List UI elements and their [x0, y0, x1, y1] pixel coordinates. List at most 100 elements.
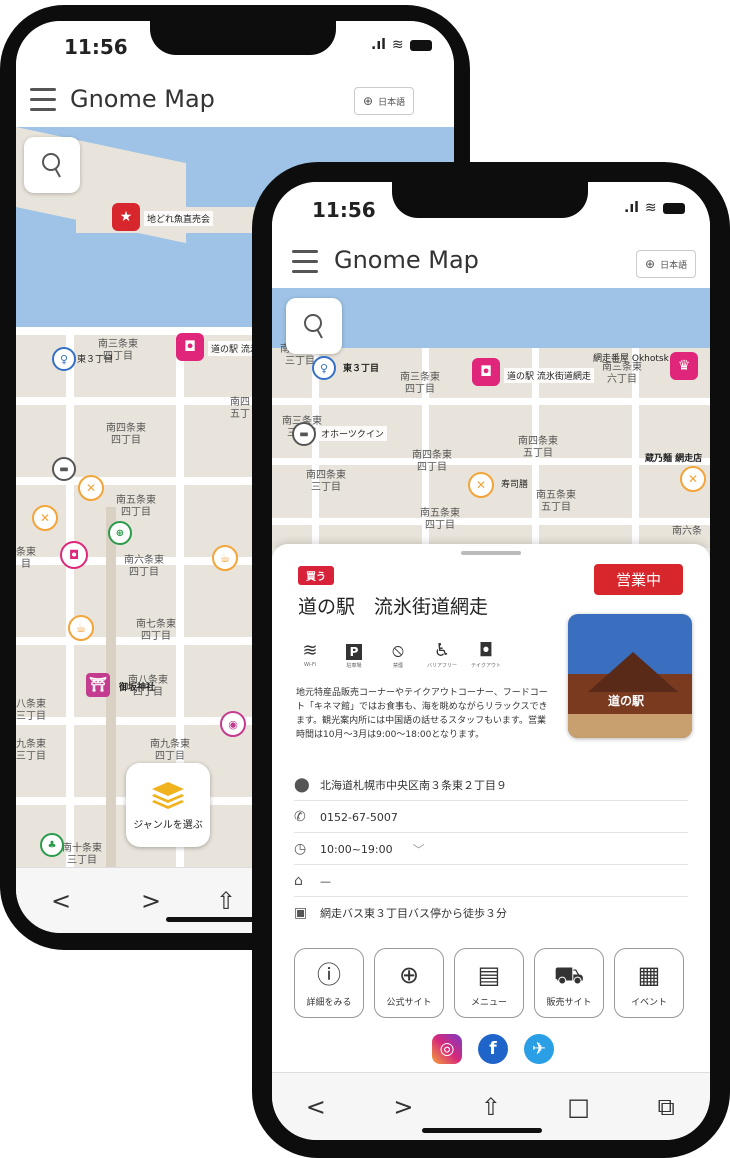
amenity-parking: P 駐車場	[338, 640, 370, 669]
place-detail-sheet[interactable]: 買う 営業中 道の駅 流氷街道網走 ≋ Wi-Fi P 駐車場 ⦸ 禁煙 ♿ バリアフリ…	[272, 544, 710, 1072]
event-button-label: イベント	[630, 997, 667, 1008]
shrine-pin[interactable]: ⛩	[86, 673, 110, 697]
app-title: Gnome Map	[334, 246, 479, 274]
pin-label: オホーツクイン	[318, 426, 387, 441]
menu-icon[interactable]	[292, 250, 318, 280]
globe-icon: ⊕	[363, 94, 374, 108]
back-button[interactable]: <	[272, 1093, 360, 1121]
search-button[interactable]	[24, 137, 80, 193]
hours-row[interactable]: ◷ 10:00~19:00 ﹀	[294, 834, 688, 865]
official-site-button-label: 公式サイト	[386, 997, 432, 1008]
photo-sign: 道の駅	[608, 694, 645, 708]
event-button[interactable]: ▦ イベント	[614, 948, 684, 1018]
amenity-takeout: ◘ テイクアウト	[470, 640, 502, 669]
restaurant-pin[interactable]: ✕	[32, 505, 58, 531]
map-view[interactable]: 南三条東 三丁目 南三条東 四丁目 南三条東 六丁目 南三条東 三丁目 南四条東…	[272, 288, 710, 548]
amenity-caption: 駐車場	[346, 663, 362, 669]
location-pin-icon: ⬤	[294, 777, 310, 793]
road	[272, 518, 710, 525]
menu-button-label: メニュー	[470, 997, 507, 1008]
status-time: 11:56	[64, 35, 128, 59]
clock-icon: ◷	[294, 841, 307, 857]
battery-icon	[409, 39, 432, 51]
accessible-icon: ♿	[433, 640, 451, 661]
parking-icon: P	[338, 640, 370, 662]
road	[66, 327, 74, 867]
forward-button[interactable]: >	[360, 1093, 448, 1121]
twitter-icon[interactable]: ✈	[524, 1034, 554, 1064]
front-phone-screen: 11:56 .ıl ≋ Gnome Map ⊕ 日本語 南三	[272, 182, 710, 1140]
street-label: 南六条東 四丁目	[124, 555, 164, 578]
chevron-down-icon[interactable]: ﹀	[413, 841, 425, 858]
language-button[interactable]: ⊕ 日本語	[354, 87, 415, 115]
place-photo[interactable]: 道の駅	[568, 614, 692, 738]
genre-button[interactable]: ジャンルを選ぶ	[126, 763, 210, 847]
hotel-pin[interactable]: ▬	[52, 457, 76, 481]
shop-pin[interactable]: ◘	[176, 333, 204, 361]
restaurant-pin[interactable]: ✕	[78, 475, 104, 501]
cart-icon: ⛟	[553, 960, 585, 989]
hours-text: 10:00~19:00	[320, 842, 393, 856]
restaurant-pin[interactable]: ✕	[468, 472, 494, 498]
details-button[interactable]: ⓘ 詳細をみる	[294, 948, 364, 1018]
shop-site-button[interactable]: ⛟ 販売サイト	[534, 948, 604, 1018]
shop-pin[interactable]: ◘	[472, 358, 500, 386]
search-icon	[42, 153, 61, 178]
language-label: 日本語	[378, 97, 406, 108]
cafe-pin[interactable]: ☕	[212, 545, 238, 571]
action-buttons: ⓘ 詳細をみる ⊕ 公式サイト ▤ メニュー ⛟ 販売サイト ▦ イベント	[294, 948, 684, 1018]
tabs-button[interactable]: ⧉	[622, 1093, 710, 1121]
bookmarks-button[interactable]: □	[535, 1093, 623, 1121]
phone-text: 0152-67-5007	[320, 810, 398, 824]
hotel-pin[interactable]: ▬	[292, 422, 316, 446]
shop-site-button-label: 販売サイト	[546, 997, 592, 1008]
wifi-icon: ≋	[644, 200, 657, 216]
street-label: 九条東 三丁目	[16, 739, 46, 762]
restaurant-pin[interactable]: ✕	[680, 466, 706, 492]
address-row[interactable]: ⬤ 北海道札幌市中央区南３条東２丁目９	[294, 770, 688, 801]
street-label: 南四条東 五丁目	[518, 436, 558, 459]
globe-icon: ⊕	[645, 257, 656, 271]
wifi-icon: ≋	[391, 37, 404, 53]
app-title: Gnome Map	[70, 85, 215, 113]
street-label: 南六条	[672, 526, 702, 537]
status-badge: 営業中	[594, 564, 684, 595]
shop-pin[interactable]: ◘	[60, 541, 88, 569]
instagram-icon[interactable]: ◎	[432, 1034, 462, 1064]
phone-row[interactable]: ✆ 0152-67-5007	[294, 802, 688, 833]
share-button[interactable]: ⇧	[447, 1093, 535, 1121]
hospital-pin[interactable]: ⊕	[108, 521, 132, 545]
sheet-handle[interactable]	[461, 551, 521, 555]
status-time: 11:56	[312, 198, 376, 222]
event-pin[interactable]: ★	[112, 203, 140, 231]
official-site-button[interactable]: ⊕ 公式サイト	[374, 948, 444, 1018]
pin-label: 寿司膳	[501, 480, 529, 490]
place-description: 地元特産品販売コーナーやテイクアウトコーナー、フードコート「キネマ館」ではお食事…	[296, 688, 548, 740]
road	[272, 398, 710, 405]
access-row: ▣ 網走バス東３丁目バス停から徒歩３分	[294, 898, 688, 928]
menu-icon[interactable]	[30, 88, 56, 118]
pin-label: 地どれ魚直売会	[144, 211, 214, 226]
amenity-no-smoking: ⦸ 禁煙	[382, 640, 414, 669]
back-button[interactable]: <	[16, 887, 106, 915]
info-icon: ⓘ	[317, 960, 341, 989]
app-bar: Gnome Map ⊕ 日本語	[16, 71, 454, 127]
cafe-pin[interactable]: ☕	[68, 615, 94, 641]
amenity-accessible: ♿ バリアフリー	[426, 640, 458, 669]
wifi-icon: ≋	[302, 640, 318, 661]
share-button[interactable]: ⇧	[196, 887, 256, 915]
forward-button[interactable]: >	[106, 887, 196, 915]
park-pin[interactable]: ♣	[40, 833, 64, 857]
language-button[interactable]: ⊕ 日本語	[636, 250, 697, 278]
search-button[interactable]	[286, 298, 342, 354]
search-icon	[304, 314, 323, 339]
bus-stop-pin[interactable]: ♀	[52, 347, 76, 371]
camera-pin[interactable]: ◉	[220, 711, 246, 737]
souvenir-pin[interactable]: ♛	[670, 352, 698, 380]
bus-stop-pin[interactable]: ♀	[312, 356, 336, 380]
menu-button[interactable]: ▤ メニュー	[454, 948, 524, 1018]
facebook-icon[interactable]: f	[478, 1034, 508, 1064]
amenity-caption: 禁煙	[392, 663, 403, 669]
price-row: ⌂ —	[294, 866, 688, 897]
home-indicator	[422, 1128, 542, 1133]
